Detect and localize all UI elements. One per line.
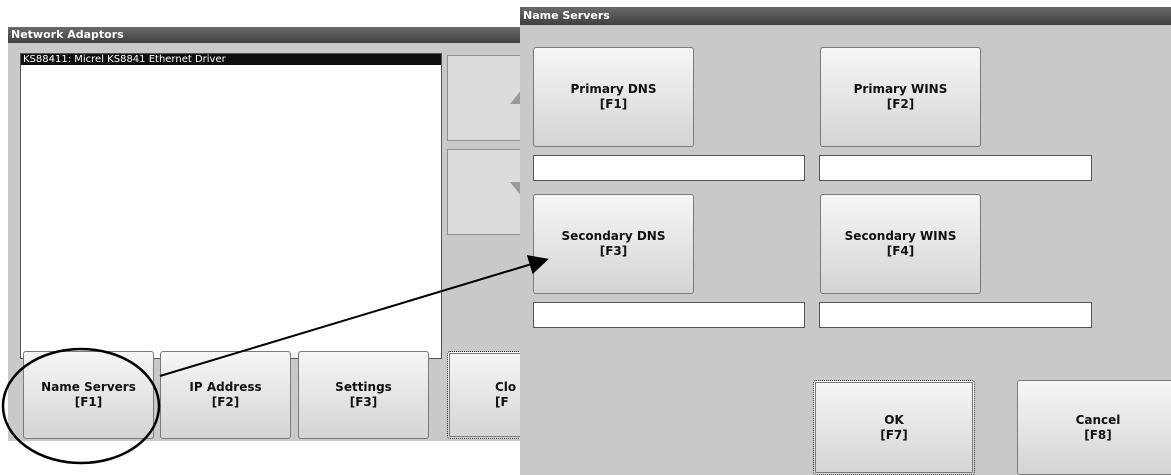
- primary-wins-button[interactable]: Primary WINS [F2]: [820, 47, 981, 147]
- secondary-wins-label: Secondary WINS: [844, 229, 957, 243]
- secondary-wins-field[interactable]: [819, 302, 1092, 328]
- settings-button[interactable]: Settings [F3]: [298, 351, 429, 439]
- ip-address-button[interactable]: IP Address [F2]: [160, 351, 291, 439]
- network-adaptors-title: Network Adaptors: [8, 27, 522, 43]
- name-servers-key: [F1]: [74, 395, 103, 409]
- adaptor-list-item[interactable]: KS88411: Micrel KS8841 Ethernet Driver: [21, 54, 441, 65]
- cancel-key: [F8]: [1084, 427, 1112, 442]
- ok-key: [F7]: [880, 427, 908, 442]
- close-button[interactable]: Clo [F: [447, 351, 522, 439]
- settings-label: Settings: [335, 380, 392, 394]
- primary-wins-field[interactable]: [819, 155, 1092, 181]
- secondary-dns-label: Secondary DNS: [561, 229, 666, 243]
- primary-dns-key: [F1]: [599, 97, 628, 111]
- primary-wins-key: [F2]: [886, 97, 915, 111]
- name-servers-window: Name Servers Primary DNS [F1] Primary WI…: [520, 7, 1171, 475]
- secondary-dns-key: [F3]: [599, 244, 628, 258]
- ip-address-key: [F2]: [211, 395, 240, 409]
- cancel-button[interactable]: Cancel [F8]: [1017, 380, 1171, 475]
- primary-dns-button[interactable]: Primary DNS [F1]: [533, 47, 694, 147]
- ok-label: OK: [884, 412, 904, 427]
- primary-dns-field[interactable]: [533, 155, 805, 181]
- close-key: [F: [495, 395, 509, 409]
- cancel-label: Cancel: [1075, 412, 1121, 427]
- name-servers-button[interactable]: Name Servers [F1]: [23, 351, 154, 439]
- ip-address-label: IP Address: [189, 380, 262, 394]
- close-label: Clo: [495, 380, 517, 394]
- secondary-dns-field[interactable]: [533, 302, 805, 328]
- primary-wins-label: Primary WINS: [853, 82, 948, 96]
- name-servers-title: Name Servers: [520, 7, 1171, 25]
- secondary-wins-key: [F4]: [886, 244, 915, 258]
- primary-dns-label: Primary DNS: [570, 82, 657, 96]
- scroll-up-button[interactable]: [447, 55, 542, 141]
- ok-button[interactable]: OK [F7]: [813, 380, 975, 475]
- name-servers-label: Name Servers: [41, 380, 136, 394]
- adaptor-list[interactable]: KS88411: Micrel KS8841 Ethernet Driver: [20, 53, 442, 359]
- secondary-wins-button[interactable]: Secondary WINS [F4]: [820, 194, 981, 294]
- secondary-dns-button[interactable]: Secondary DNS [F3]: [533, 194, 694, 294]
- settings-key: [F3]: [349, 395, 378, 409]
- network-adaptors-window: Network Adaptors KS88411: Micrel KS8841 …: [8, 27, 542, 441]
- scroll-down-button[interactable]: [447, 149, 542, 235]
